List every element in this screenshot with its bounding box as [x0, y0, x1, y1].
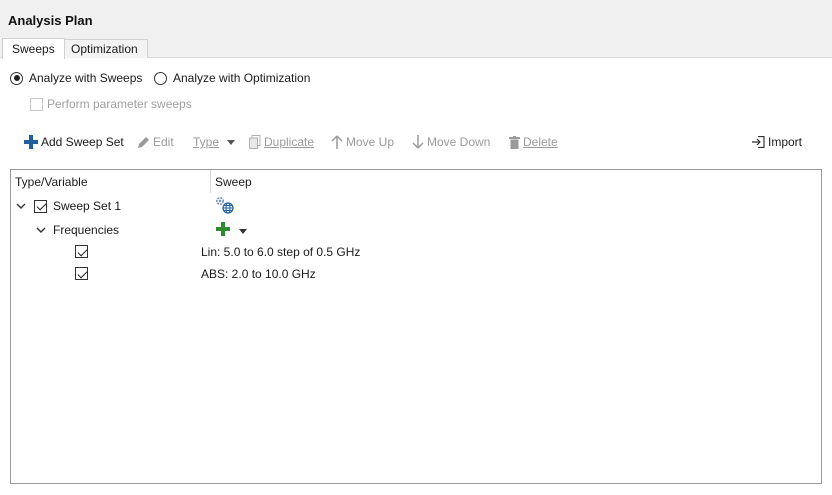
page-title: Analysis Plan [8, 13, 93, 28]
import-label: Import [768, 135, 803, 149]
add-sweep-set-label: Add Sweep Set [41, 135, 124, 149]
tree-row-frequencies[interactable]: Frequencies [35, 221, 119, 239]
tree-row-sweep-set[interactable]: Sweep Set 1 [15, 197, 121, 215]
delete-button[interactable]: Delete [509, 133, 558, 151]
perform-param-sweeps[interactable]: Perform parameter sweeps [30, 96, 192, 112]
sweep-set-checkbox[interactable] [34, 199, 47, 213]
header: Analysis Plan Sweeps Optimization [0, 0, 832, 59]
radio-label: Analyze with Optimization [173, 71, 311, 85]
edit-button[interactable]: Edit [137, 133, 174, 151]
sweep-row-checkbox[interactable] [75, 267, 88, 280]
duplicate-label: Duplicate [264, 135, 315, 149]
tab-sweeps[interactable]: Sweeps [2, 38, 65, 59]
sweep-grid[interactable]: Type/Variable Sweep Sweep Set 1 Frequenc… [10, 169, 822, 484]
import-button[interactable]: Import [752, 133, 802, 151]
delete-label: Delete [523, 135, 558, 149]
chevron-down-icon[interactable] [35, 224, 47, 236]
edit-label: Edit [153, 135, 174, 149]
arrow-up-icon [331, 135, 343, 149]
gear-globe-icon[interactable] [214, 195, 236, 215]
chevron-down-icon[interactable] [15, 200, 27, 212]
trash-icon [509, 135, 520, 149]
radio-analyze-optimization[interactable]: Analyze with Optimization [154, 70, 310, 86]
move-down-label: Move Down [427, 135, 491, 149]
plus-icon [24, 135, 38, 149]
move-up-button[interactable]: Move Up [331, 133, 394, 151]
sweep-set-label: Sweep Set 1 [53, 199, 122, 213]
add-sweep-set-button[interactable]: Add Sweep Set [24, 133, 124, 151]
radio-button[interactable] [10, 71, 23, 85]
duplicate-icon [249, 135, 261, 149]
move-up-label: Move Up [346, 135, 395, 149]
add-frequency-dropdown[interactable] [216, 221, 247, 239]
move-down-button[interactable]: Move Down [412, 133, 490, 151]
frequencies-label: Frequencies [53, 223, 120, 237]
chevron-down-icon [227, 139, 236, 145]
perform-param-sweeps-checkbox[interactable] [30, 97, 43, 111]
sweep-value[interactable]: ABS: 2.0 to 10.0 GHz [201, 267, 316, 281]
sweep-row-checkbox[interactable] [75, 245, 88, 258]
radio-button[interactable] [154, 71, 167, 85]
type-label: Type [193, 135, 220, 149]
import-icon [752, 136, 765, 148]
column-header-sweep[interactable]: Sweep [211, 170, 252, 194]
column-header-type-variable[interactable]: Type/Variable [11, 170, 88, 194]
pencil-icon [137, 136, 150, 149]
arrow-down-icon [412, 135, 424, 149]
add-icon[interactable] [216, 221, 230, 239]
radio-analyze-sweeps[interactable]: Analyze with Sweeps [10, 70, 142, 86]
duplicate-button[interactable]: Duplicate [249, 133, 314, 151]
sweep-value[interactable]: Lin: 5.0 to 6.0 step of 0.5 GHz [201, 245, 360, 259]
radio-label: Analyze with Sweeps [29, 71, 143, 85]
type-dropdown[interactable]: Type [193, 133, 238, 151]
tab-optimization[interactable]: Optimization [61, 39, 148, 58]
chevron-down-icon[interactable] [239, 223, 247, 237]
perform-param-sweeps-label: Perform parameter sweeps [47, 97, 192, 111]
